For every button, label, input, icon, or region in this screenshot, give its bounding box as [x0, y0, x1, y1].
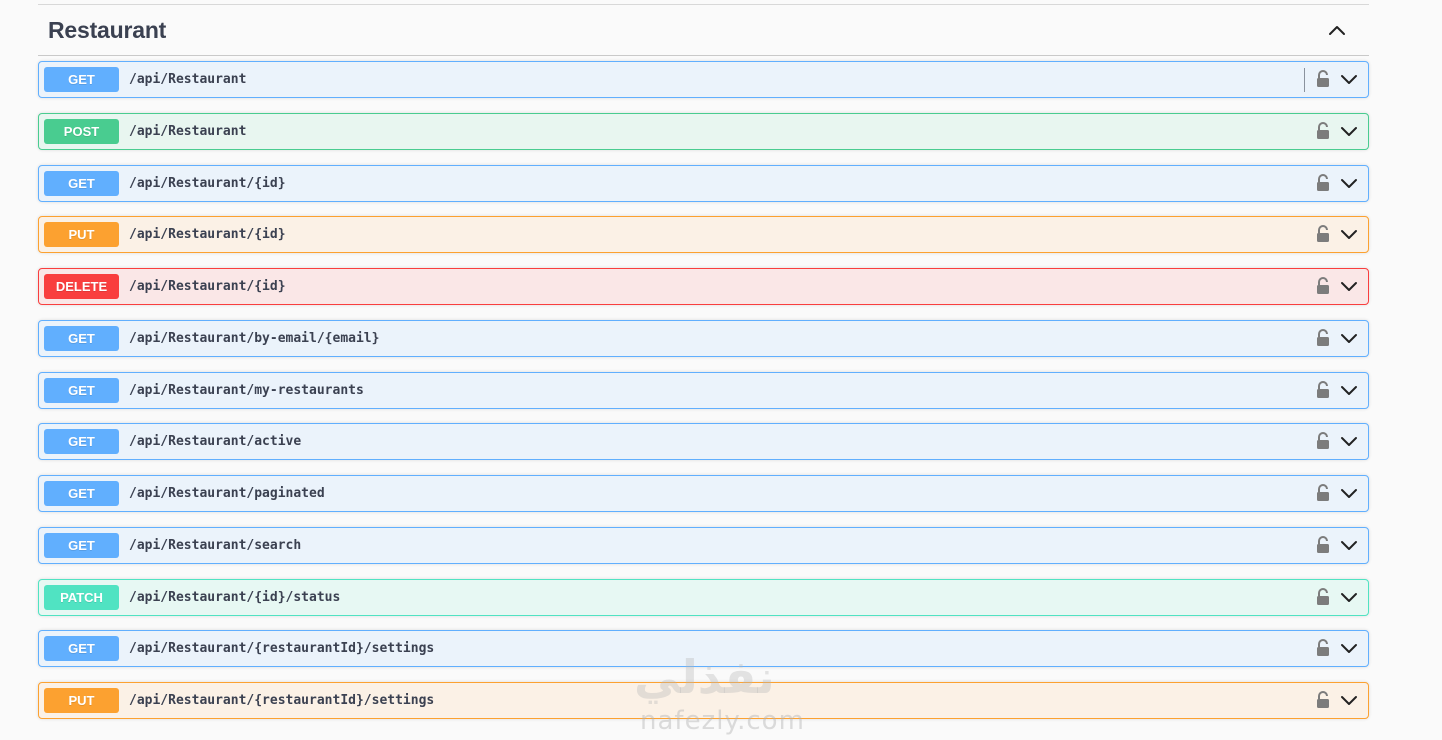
lock-icon[interactable] — [1314, 431, 1332, 451]
operation-row[interactable]: GET/api/Restaurant/by-email/{email} — [38, 320, 1369, 357]
lock-icon[interactable] — [1314, 121, 1332, 141]
lock-icon[interactable] — [1314, 69, 1332, 89]
lock-icon[interactable] — [1314, 690, 1332, 710]
lock-icon[interactable] — [1314, 276, 1332, 296]
operation-path: /api/Restaurant/{id} — [129, 176, 286, 191]
method-badge-get: GET — [44, 481, 119, 506]
operation-path: /api/Restaurant/by-email/{email} — [129, 331, 380, 346]
operation-path: /api/Restaurant/paginated — [129, 486, 325, 501]
method-badge-put: PUT — [44, 688, 119, 713]
operation-row[interactable]: GET/api/Restaurant/search — [38, 527, 1369, 564]
section-title: Restaurant — [48, 17, 167, 43]
lock-icon[interactable] — [1314, 328, 1332, 348]
method-badge-post: POST — [44, 119, 119, 144]
chevron-down-icon[interactable] — [1340, 640, 1358, 656]
chevron-down-icon[interactable] — [1340, 71, 1358, 87]
method-badge-get: GET — [44, 378, 119, 403]
method-badge-put: PUT — [44, 222, 119, 247]
operation-row[interactable]: POST/api/Restaurant — [38, 113, 1369, 150]
operation-path: /api/Restaurant/{id}/status — [129, 590, 341, 605]
method-badge-patch: PATCH — [44, 585, 119, 610]
operation-path: /api/Restaurant — [129, 72, 247, 87]
chevron-down-icon[interactable] — [1340, 433, 1358, 449]
operation-row[interactable]: GET/api/Restaurant — [38, 61, 1369, 98]
lock-icon[interactable] — [1314, 587, 1332, 607]
chevron-down-icon[interactable] — [1340, 485, 1358, 501]
section-header-restaurant[interactable]: Restaurant — [38, 5, 1369, 56]
lock-icon[interactable] — [1314, 483, 1332, 503]
chevron-down-icon[interactable] — [1340, 175, 1358, 191]
chevron-up-icon[interactable] — [1325, 20, 1349, 40]
operation-path: /api/Restaurant/search — [129, 538, 302, 553]
chevron-down-icon[interactable] — [1340, 537, 1358, 553]
method-badge-delete: DELETE — [44, 274, 119, 299]
operation-row[interactable]: GET/api/Restaurant/{id} — [38, 165, 1369, 202]
lock-icon[interactable] — [1314, 638, 1332, 658]
chevron-down-icon[interactable] — [1340, 226, 1358, 242]
method-badge-get: GET — [44, 429, 119, 454]
operation-path: /api/Restaurant/my-restaurants — [129, 383, 364, 398]
lock-icon[interactable] — [1314, 535, 1332, 555]
chevron-down-icon[interactable] — [1340, 692, 1358, 708]
chevron-down-icon[interactable] — [1340, 330, 1358, 346]
operation-row[interactable]: PUT/api/Restaurant/{id} — [38, 216, 1369, 253]
lock-icon[interactable] — [1314, 380, 1332, 400]
chevron-down-icon[interactable] — [1340, 382, 1358, 398]
lock-icon[interactable] — [1314, 173, 1332, 193]
operation-row[interactable]: GET/api/Restaurant/my-restaurants — [38, 372, 1369, 409]
operation-path: /api/Restaurant/{id} — [129, 227, 286, 242]
method-badge-get: GET — [44, 533, 119, 558]
swagger-page: Restaurant GET/api/Restaurant POST/api/Re… — [0, 0, 1442, 740]
operation-row[interactable]: PUT/api/Restaurant/{restaurantId}/settin… — [38, 682, 1369, 719]
chevron-down-icon[interactable] — [1340, 278, 1358, 294]
chevron-down-icon[interactable] — [1340, 589, 1358, 605]
row-divider — [1304, 68, 1305, 92]
operation-row[interactable]: GET/api/Restaurant/paginated — [38, 475, 1369, 512]
operation-path: /api/Restaurant/{id} — [129, 279, 286, 294]
method-badge-get: GET — [44, 67, 119, 92]
method-badge-get: GET — [44, 636, 119, 661]
operation-path: /api/Restaurant/{restaurantId}/settings — [129, 641, 435, 656]
operation-row[interactable]: DELETE/api/Restaurant/{id} — [38, 268, 1369, 305]
operation-row[interactable]: PATCH/api/Restaurant/{id}/status — [38, 579, 1369, 616]
operation-path: /api/Restaurant/active — [129, 434, 302, 449]
operation-path: /api/Restaurant/{restaurantId}/settings — [129, 693, 435, 708]
method-badge-get: GET — [44, 171, 119, 196]
method-badge-get: GET — [44, 326, 119, 351]
operation-row[interactable]: GET/api/Restaurant/active — [38, 423, 1369, 460]
operation-path: /api/Restaurant — [129, 124, 247, 139]
operation-row[interactable]: GET/api/Restaurant/{restaurantId}/settin… — [38, 630, 1369, 667]
lock-icon[interactable] — [1314, 224, 1332, 244]
chevron-down-icon[interactable] — [1340, 123, 1358, 139]
